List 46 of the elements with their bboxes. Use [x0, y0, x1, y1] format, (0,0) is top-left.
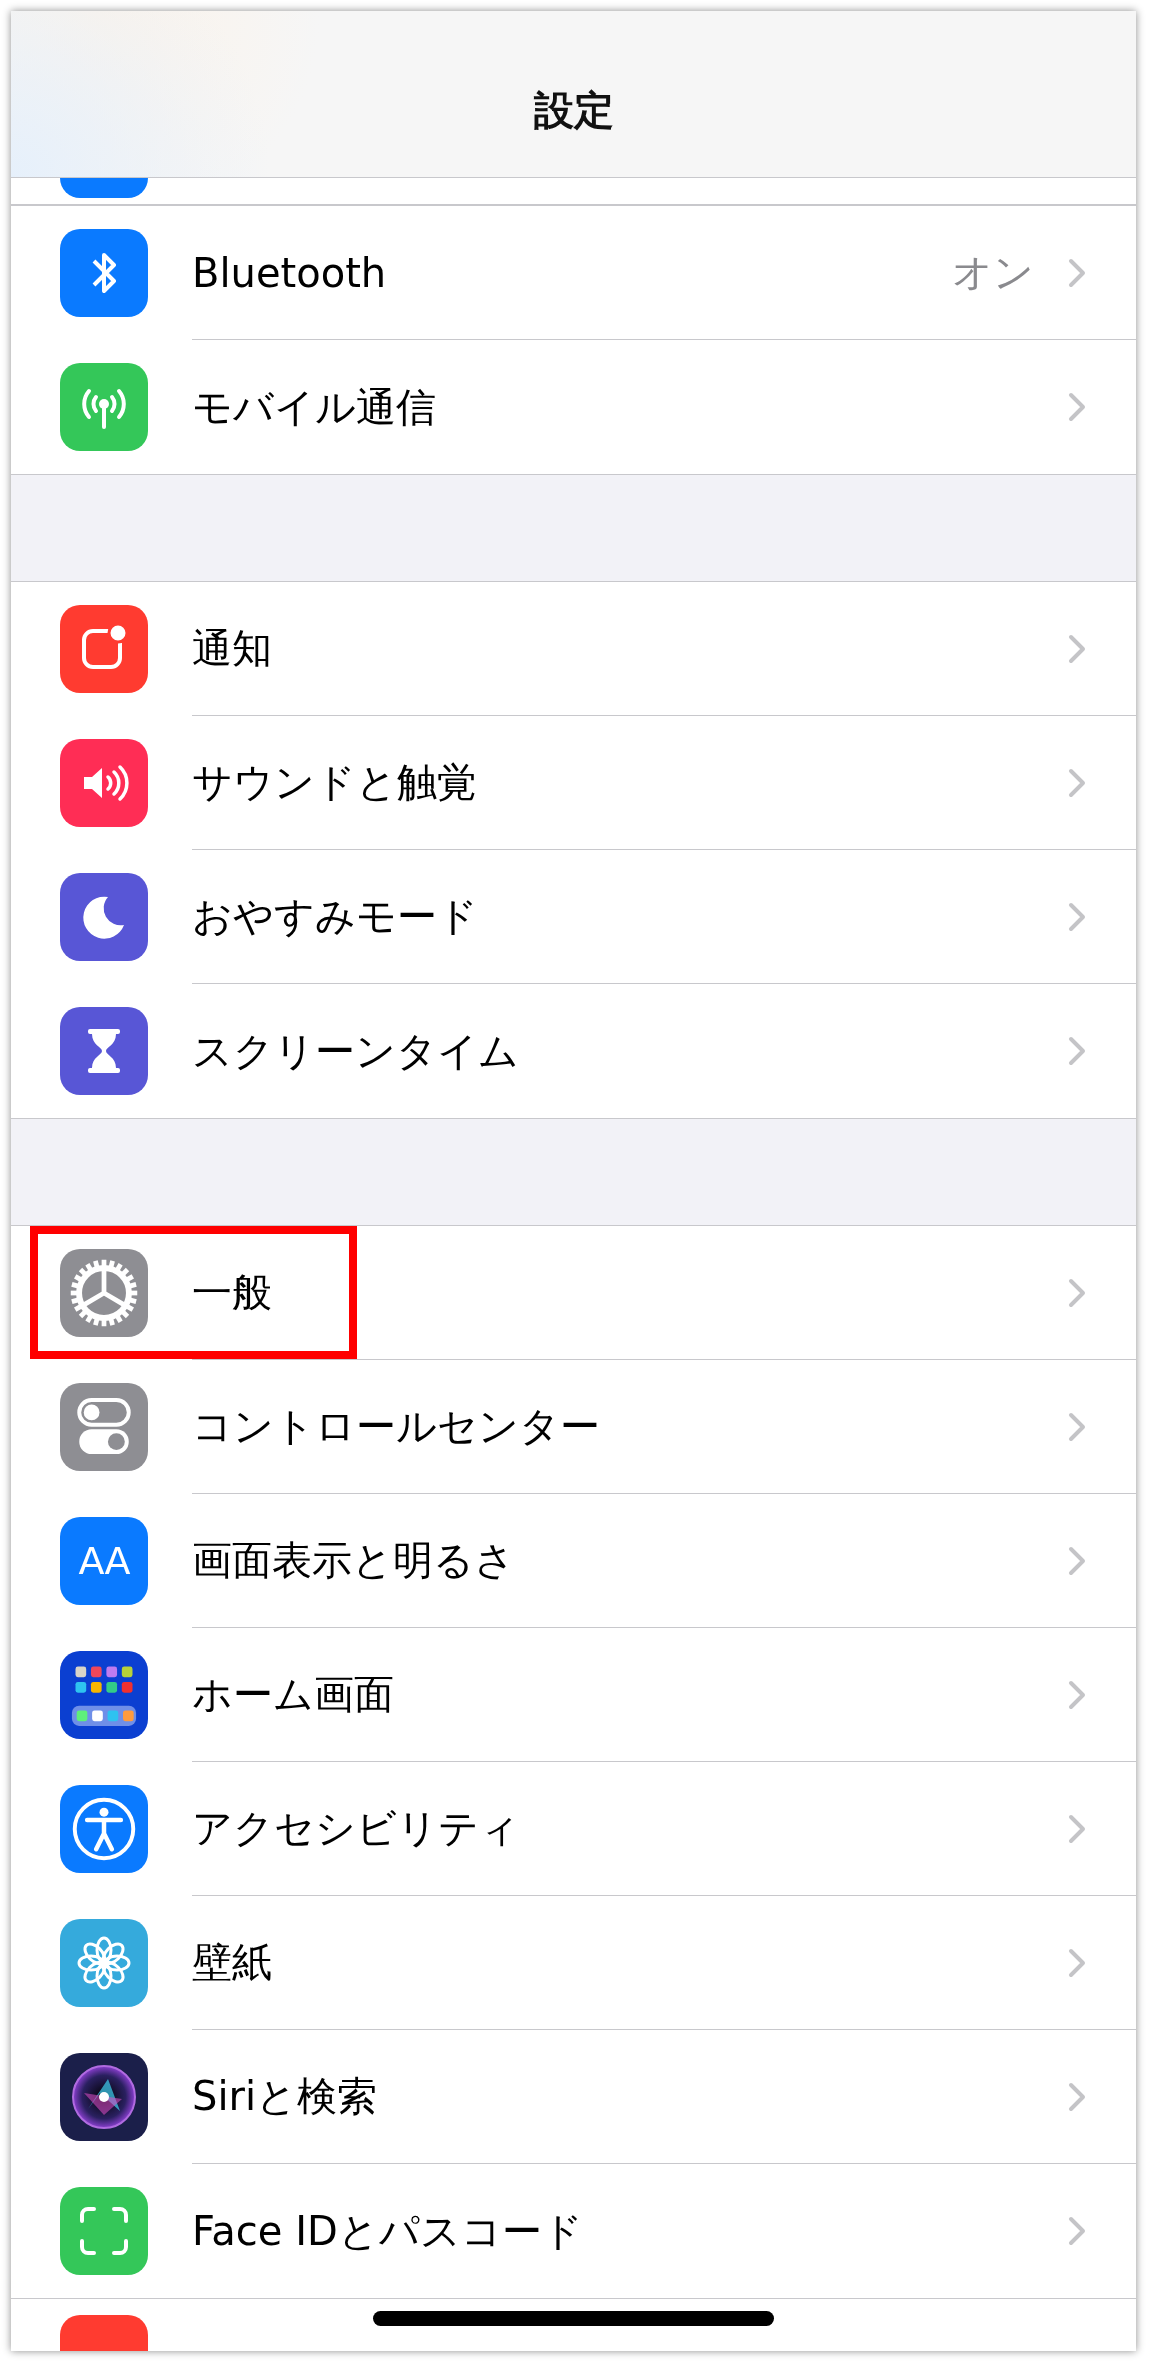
chevron-icon	[1068, 1947, 1086, 1978]
settings-row[interactable]: サウンドと触覚	[11, 716, 1136, 850]
row-label: Bluetooth	[192, 249, 388, 296]
settings-row[interactable]: 一般	[11, 1226, 1136, 1360]
settings-row[interactable]: 壁紙	[11, 1896, 1136, 2030]
chevron-icon	[1068, 1679, 1086, 1710]
chevron-icon	[1068, 392, 1086, 422]
settings-row[interactable]: Face IDとパスコード	[11, 2164, 1136, 2298]
row-label: 一般	[192, 1268, 273, 1317]
chevron-icon	[1068, 257, 1086, 288]
row-label: 通知	[192, 624, 273, 673]
settings-row[interactable]: AA 画面表示と明るさ	[11, 1494, 1136, 1628]
settings-row[interactable]: モバイル通信	[11, 340, 1136, 474]
chevron-icon	[1068, 1813, 1086, 1844]
row-value: オン	[952, 248, 1034, 297]
settings-row[interactable]: 通知	[11, 582, 1136, 716]
settings-row[interactable]: Siriと検索	[11, 2030, 1136, 2164]
settings-row[interactable]: おやすみモード	[11, 850, 1136, 984]
chevron-icon	[1068, 2081, 1086, 2112]
row-label: サウンドと触覚	[192, 758, 478, 807]
row-label: ホーム画面	[192, 1670, 395, 1719]
row-label: スクリーンタイム	[192, 1026, 520, 1076]
row-label: Face IDとパスコード	[192, 2206, 584, 2256]
row-label: 壁紙	[192, 1938, 273, 1987]
settings-row[interactable]: スクリーンタイム	[11, 984, 1136, 1118]
row-label: コントロールセンター	[192, 1402, 601, 1451]
row-label: Siriと検索	[192, 2072, 379, 2121]
row-label: おやすみモード	[192, 892, 479, 941]
chevron-icon	[1068, 1545, 1086, 1576]
screen-title: 設定	[533, 86, 614, 135]
chevron-icon	[1068, 1411, 1086, 1442]
chevron-icon	[1068, 1277, 1086, 1308]
settings-row[interactable]: コントロールセンター	[11, 1360, 1136, 1494]
row-label: モバイル通信	[192, 382, 437, 432]
chevron-icon	[1068, 901, 1086, 932]
chevron-icon	[1068, 1036, 1086, 1066]
settings-row[interactable]: ホーム画面	[11, 1628, 1136, 1762]
settings-row[interactable]: Bluetooth オン	[11, 206, 1136, 340]
chevron-icon	[1068, 767, 1086, 798]
settings-row[interactable]: アクセシビリティ	[11, 1762, 1136, 1896]
orb-icon	[71, 2064, 137, 2130]
chevron-icon	[1068, 633, 1086, 664]
icon-glyph: AA	[78, 1539, 130, 1583]
row-label: アクセシビリティ	[192, 1804, 521, 1853]
chevron-icon	[1068, 2216, 1086, 2246]
row-label: 画面表示と明るさ	[192, 1536, 516, 1585]
